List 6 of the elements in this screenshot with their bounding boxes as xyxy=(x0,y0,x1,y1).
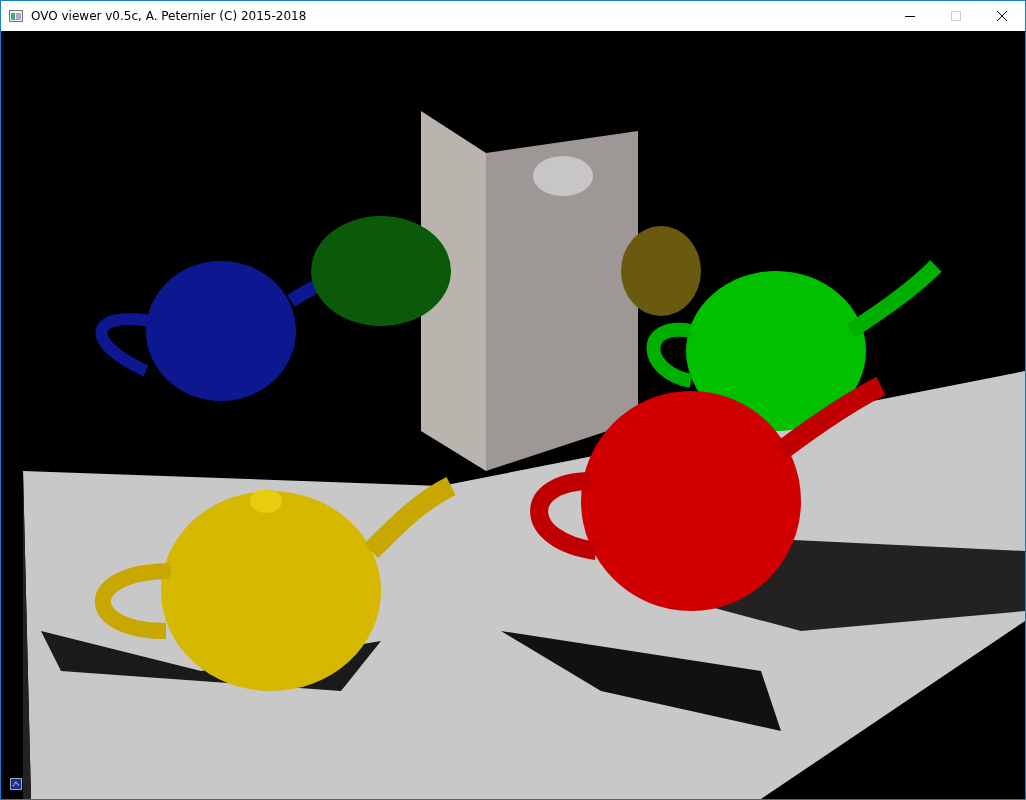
app-icon xyxy=(9,10,23,22)
expand-button[interactable] xyxy=(10,778,22,790)
maximize-icon xyxy=(951,11,961,21)
caret-icon xyxy=(12,781,20,787)
close-icon xyxy=(997,11,1007,21)
window-title: OVO viewer v0.5c, A. Peternier (C) 2015-2018 xyxy=(31,8,307,25)
